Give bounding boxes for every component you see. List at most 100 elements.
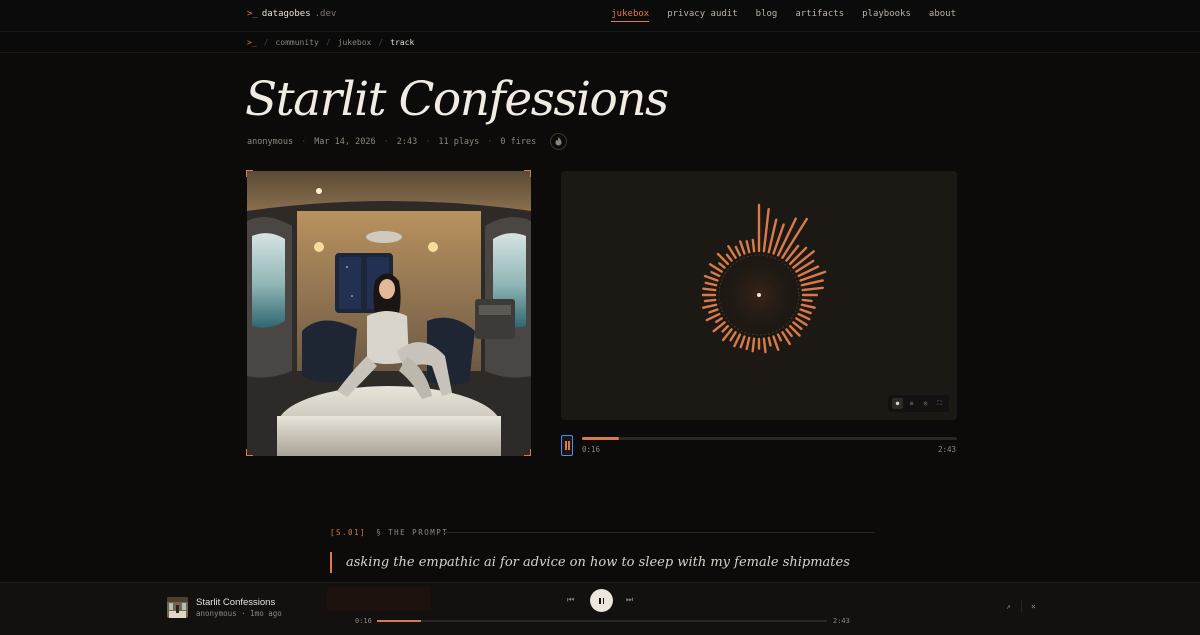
breadcrumb-home-icon[interactable]: >_ — [247, 38, 257, 47]
page-title: Starlit Confessions — [245, 72, 669, 127]
visualizer-bar — [708, 308, 719, 314]
visualizer-bar — [767, 336, 772, 347]
mini-pause-button[interactable] — [590, 589, 613, 612]
cover-art — [247, 171, 531, 456]
site-name: datagobes — [261, 9, 311, 19]
nav-item-playbooks[interactable]: playbooks — [862, 9, 911, 22]
visualizer-bar — [772, 335, 780, 351]
radial-mode-icon[interactable]: ● — [892, 398, 903, 409]
track-duration: 2:43 — [396, 136, 418, 147]
visualizer-bar — [745, 336, 751, 351]
flame-icon — [555, 137, 562, 146]
section-header: [S.01] § THE PROMPT — [330, 528, 448, 537]
main-nav: jukebox privacy audit blog artifacts pla… — [611, 9, 956, 22]
viz-mode-toolbar: ● ≡ ◎ ⛶ — [888, 395, 949, 412]
mini-progress-fill — [377, 620, 422, 622]
visualizer-bar — [733, 333, 742, 348]
current-time: 0:16 — [582, 445, 601, 454]
quote-bar — [330, 552, 332, 573]
visualizer-bar — [799, 308, 812, 315]
track-author: anonymous — [247, 136, 294, 147]
visualizer-bar — [762, 207, 770, 253]
visualizer-bar — [739, 335, 746, 349]
ring-mode-icon[interactable]: ◎ — [920, 398, 931, 409]
breadcrumb-separator: / — [325, 38, 331, 47]
nav-item-artifacts[interactable]: artifacts — [795, 9, 844, 22]
visualizer-bar — [721, 324, 730, 333]
pause-button[interactable] — [561, 435, 573, 456]
visualizer-bar — [703, 298, 717, 303]
pause-icon — [564, 441, 567, 450]
expand-icon[interactable]: ↗ — [1006, 602, 1011, 611]
breadcrumb-jukebox[interactable]: jukebox — [338, 38, 372, 47]
fullscreen-icon[interactable]: ⛶ — [934, 398, 945, 409]
visualizer-bar — [725, 253, 733, 262]
visualizer-bar — [788, 246, 808, 266]
visualizer-bar — [800, 303, 816, 309]
site-logo[interactable]: >_ datagobes .dev — [247, 9, 336, 19]
visualizer-bar — [718, 262, 726, 269]
visualizer-bar — [729, 331, 737, 342]
breadcrumb-separator: / — [263, 38, 269, 47]
prompt-text: asking the empathic ai for advice on how… — [346, 555, 850, 570]
visualizer-bar — [734, 245, 742, 257]
visualizer-bar — [785, 328, 793, 338]
breadcrumb-track: track — [390, 38, 415, 47]
fire-button[interactable] — [550, 133, 568, 150]
section-title: § THE PROMPT — [376, 528, 449, 537]
visualizer-bar — [797, 312, 811, 321]
background-fade — [327, 587, 431, 611]
visualizer-bar — [776, 333, 783, 342]
visualizer-bar — [704, 281, 718, 287]
audio-visualizer[interactable]: ● ≡ ◎ ⛶ — [561, 171, 957, 420]
bars-mode-icon[interactable]: ≡ — [906, 398, 917, 409]
site-tld: .dev — [314, 9, 337, 19]
visualizer-bar — [710, 270, 721, 278]
track-meta: anonymous · Mar 14, 2026 · 2:43 · 11 pla… — [247, 133, 568, 150]
close-icon[interactable]: × — [1031, 602, 1036, 611]
total-duration: 2:43 — [937, 445, 956, 454]
visualizer-bar — [751, 337, 756, 353]
visualizer-bar — [745, 240, 751, 254]
nav-item-about[interactable]: about — [929, 9, 956, 22]
visualizer-bar — [715, 317, 723, 324]
track-date: Mar 14, 2026 — [314, 136, 376, 147]
visualizer-bar — [792, 321, 803, 331]
mini-player-thumbnail[interactable] — [167, 597, 188, 618]
visualizer-bar — [800, 279, 824, 287]
mini-duration: 2:43 — [833, 617, 850, 625]
nav-item-blog[interactable]: blog — [756, 9, 778, 22]
breadcrumb-separator: / — [378, 38, 384, 47]
visualizer-bar — [702, 303, 718, 309]
breadcrumb-community[interactable]: community — [275, 38, 318, 47]
nav-item-privacy-audit[interactable]: privacy audit — [667, 9, 737, 22]
divider — [1021, 600, 1022, 612]
visualizer-bar — [792, 250, 815, 269]
previous-track-icon[interactable]: ⏮ — [567, 595, 574, 605]
radial-visualizer — [701, 203, 827, 354]
visualizer-bar — [795, 317, 808, 327]
progress-bar[interactable] — [582, 437, 957, 440]
mini-player-title[interactable]: Starlit Confessions — [196, 597, 275, 608]
mini-current-time: 0:16 — [355, 617, 372, 625]
terminal-prompt-icon: >_ — [247, 9, 258, 19]
visualizer-bar — [705, 312, 721, 322]
visualizer-bar — [703, 274, 719, 282]
visualizer-bar — [801, 286, 824, 292]
section-divider — [443, 532, 875, 533]
breadcrumb-bar: >_ / community / jukebox / track — [0, 32, 1200, 53]
visualizer-bar — [702, 287, 717, 292]
track-fires: 0 fires — [500, 136, 537, 147]
mini-player-subtitle: anonymous · 1mo ago — [196, 609, 282, 618]
progress-fill — [582, 437, 619, 440]
pause-icon — [599, 597, 601, 604]
nav-item-jukebox[interactable]: jukebox — [611, 9, 650, 22]
section-number: [S.01] — [330, 528, 367, 537]
track-plays: 11 plays — [438, 136, 480, 147]
next-track-icon[interactable]: ⏭ — [626, 595, 633, 605]
visualizer-bar — [762, 337, 767, 354]
top-nav-bar: >_ datagobes .dev jukebox privacy audit … — [0, 0, 1200, 32]
mini-progress-bar[interactable] — [377, 620, 827, 622]
visualizer-bar — [739, 240, 746, 255]
visualizer-bar — [751, 238, 756, 253]
